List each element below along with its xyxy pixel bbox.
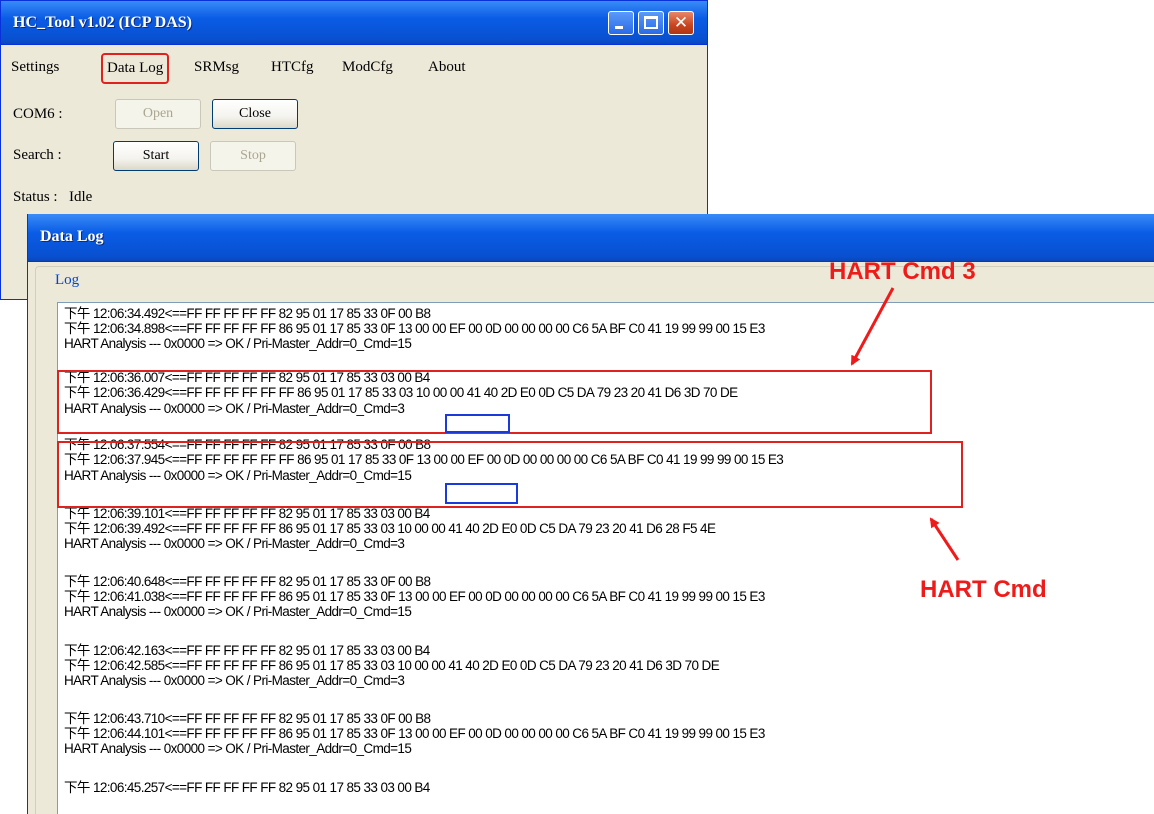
- close-icon: ✕: [673, 13, 689, 33]
- minimize-icon: [615, 26, 623, 29]
- main-titlebar[interactable]: HC_Tool v1.02 (ICP DAS) ✕: [1, 1, 707, 45]
- highlight-cmd3-field: [445, 414, 510, 433]
- minimize-button[interactable]: [608, 11, 634, 35]
- log-line: 下午 12:06:41.038<==FF FF FF FF FF 86 95 0…: [64, 589, 765, 604]
- close-button[interactable]: Close: [212, 99, 298, 129]
- main-window-title: HC_Tool v1.02 (ICP DAS): [13, 14, 192, 31]
- log-line: HART Analysis --- 0x0000 => OK / Pri-Mas…: [64, 673, 405, 688]
- log-line: HART Analysis --- 0x0000 => OK / Pri-Mas…: [64, 741, 412, 756]
- menu-modcfg[interactable]: ModCfg: [342, 59, 393, 76]
- log-line: HART Analysis --- 0x0000 => OK / Pri-Mas…: [64, 336, 412, 351]
- log-line: 下午 12:06:40.648<==FF FF FF FF FF 82 95 0…: [64, 574, 431, 589]
- log-line: 下午 12:06:39.492<==FF FF FF FF FF 86 95 0…: [64, 521, 716, 536]
- log-line: 下午 12:06:43.710<==FF FF FF FF FF 82 95 0…: [64, 711, 431, 726]
- menu-htcfg[interactable]: HTCfg: [271, 59, 314, 76]
- menu-srmsg[interactable]: SRMsg: [194, 59, 239, 76]
- log-group-label: Log: [52, 272, 83, 289]
- menu-settings[interactable]: Settings: [11, 59, 59, 76]
- start-button[interactable]: Start: [113, 141, 199, 171]
- maximize-icon: [644, 16, 658, 29]
- log-line: 下午 12:06:45.257<==FF FF FF FF FF 82 95 0…: [64, 780, 430, 795]
- menu-about[interactable]: About: [428, 59, 466, 76]
- log-line: 下午 12:06:42.163<==FF FF FF FF FF 82 95 0…: [64, 643, 430, 658]
- log-line: HART Analysis --- 0x0000 => OK / Pri-Mas…: [64, 604, 412, 619]
- log-line: 下午 12:06:34.492<==FF FF FF FF FF 82 95 0…: [64, 306, 431, 321]
- search-label: Search :: [13, 147, 62, 163]
- data-log-window: Data Log Log 下午 12:06:34.492<==FF FF FF …: [27, 214, 1154, 814]
- open-button[interactable]: Open: [115, 99, 201, 129]
- status-label: Status :: [13, 189, 58, 205]
- menu-bar: Settings Data Log SRMsg HTCfg ModCfg Abo…: [1, 45, 707, 89]
- data-log-titlebar[interactable]: Data Log: [28, 214, 1154, 262]
- maximize-button[interactable]: [638, 11, 664, 35]
- log-line: 下午 12:06:44.101<==FF FF FF FF FF 86 95 0…: [64, 726, 765, 741]
- log-line: 下午 12:06:39.101<==FF FF FF FF FF 82 95 0…: [64, 506, 430, 521]
- highlight-cmd15-field: [445, 483, 518, 504]
- menu-data-log[interactable]: Data Log: [101, 53, 170, 84]
- log-line: 下午 12:06:34.898<==FF FF FF FF FF 86 95 0…: [64, 321, 765, 336]
- stop-button[interactable]: Stop: [210, 141, 296, 171]
- com-port-label: COM6 :: [13, 106, 63, 122]
- close-window-button[interactable]: ✕: [668, 11, 694, 35]
- data-log-title: Data Log: [40, 228, 104, 245]
- annotation-hart-cmd3: HART Cmd 3: [829, 258, 976, 285]
- log-line: HART Analysis --- 0x0000 => OK / Pri-Mas…: [64, 536, 405, 551]
- log-line: 下午 12:06:42.585<==FF FF FF FF FF 86 95 0…: [64, 658, 720, 673]
- status-value: Idle: [69, 189, 93, 205]
- annotation-hart-cmd: HART Cmd: [920, 576, 1047, 603]
